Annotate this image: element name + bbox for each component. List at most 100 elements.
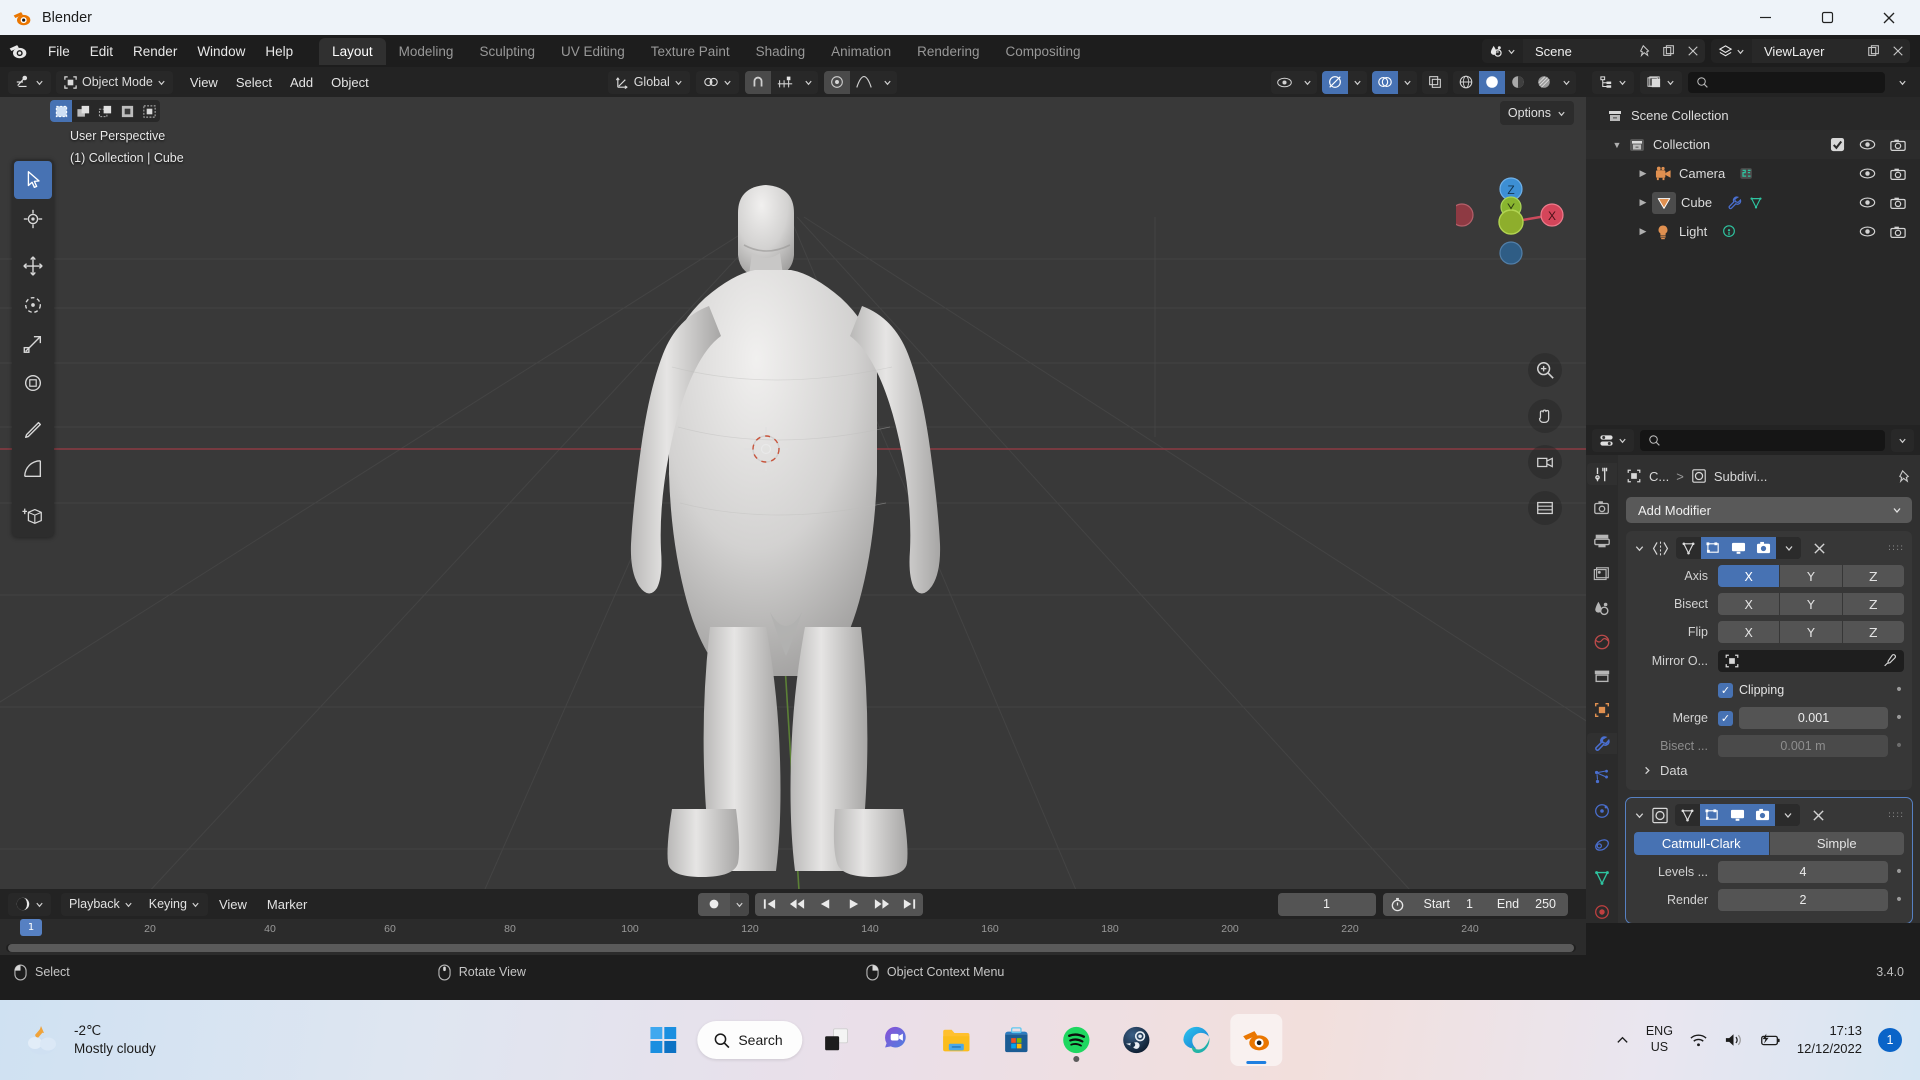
- gizmo-group[interactable]: [1322, 70, 1367, 94]
- tab-constraints[interactable]: [1587, 834, 1617, 856]
- tab-collection[interactable]: [1587, 665, 1617, 687]
- jump-to-start-button[interactable]: [755, 893, 783, 916]
- falloff-dropdown-icon[interactable]: [878, 71, 897, 94]
- use-preview-range-icon[interactable]: [1383, 893, 1412, 916]
- merge-value-field[interactable]: 0.001: [1739, 707, 1888, 729]
- visibility-dropdown-icon[interactable]: [1298, 71, 1317, 94]
- mirror-bisect-z[interactable]: Z: [1842, 593, 1904, 615]
- modifier-extras-dropdown-icon[interactable]: [1775, 804, 1800, 826]
- wifi-icon[interactable]: [1689, 1032, 1708, 1048]
- weather-widget[interactable]: -2℃ Mostly cloudy: [22, 1022, 156, 1058]
- timeline-track[interactable]: 0 20 40 60 80 100 120 140 160 180 200 22…: [0, 919, 1586, 955]
- tray-expand-icon[interactable]: [1615, 1033, 1630, 1048]
- tool-rotate[interactable]: [14, 286, 52, 324]
- tool-move[interactable]: [14, 247, 52, 285]
- menu-render[interactable]: Render: [123, 40, 187, 63]
- tool-tweak[interactable]: [14, 161, 52, 199]
- clipping-animate-dot[interactable]: •: [1894, 683, 1904, 697]
- breadcrumb-modifier-label[interactable]: Subdivi...: [1714, 469, 1767, 484]
- timeline-editor[interactable]: Playback Keying View Marker 1 Start 1 En…: [0, 889, 1586, 955]
- edit-mode-display-icon[interactable]: [1700, 804, 1725, 826]
- viewport-menu-view[interactable]: View: [181, 71, 227, 94]
- disable-in-renders-icon[interactable]: [1890, 196, 1906, 210]
- blender-taskbar-button[interactable]: [1230, 1014, 1283, 1066]
- workspace-tab-compositing[interactable]: Compositing: [992, 38, 1093, 65]
- auto-keying-group[interactable]: [698, 892, 750, 916]
- mirror-object-field[interactable]: [1718, 650, 1904, 672]
- viewport-options-button[interactable]: Options: [1499, 101, 1574, 125]
- chat-button[interactable]: [871, 1014, 923, 1066]
- transform-orientation-selector[interactable]: Global: [607, 70, 690, 94]
- outliner-row-scene-collection[interactable]: Scene Collection: [1586, 101, 1920, 130]
- mirror-axis-y[interactable]: Y: [1780, 565, 1842, 587]
- toggle-orthographic-button[interactable]: [1528, 491, 1562, 525]
- tab-physics[interactable]: [1587, 800, 1617, 822]
- realtime-display-icon[interactable]: [1726, 537, 1751, 559]
- modifier-extras-dropdown-icon[interactable]: [1776, 537, 1801, 559]
- select-invert-icon[interactable]: [116, 100, 138, 122]
- volume-icon[interactable]: [1724, 1032, 1743, 1048]
- mirror-axis-toggles[interactable]: X Y Z: [1718, 565, 1904, 587]
- frame-end-field[interactable]: End 250: [1485, 893, 1568, 916]
- proportional-editing-group[interactable]: [823, 70, 897, 94]
- collapse-chevron-icon[interactable]: [1634, 810, 1645, 821]
- timeline-scrollbar[interactable]: [6, 944, 1576, 952]
- menu-file[interactable]: File: [38, 40, 80, 63]
- menu-help[interactable]: Help: [255, 40, 303, 63]
- shading-rendered-icon[interactable]: [1531, 71, 1557, 94]
- maximize-button[interactable]: [1796, 0, 1858, 35]
- merge-animate-dot[interactable]: •: [1894, 711, 1904, 725]
- subdivision-catmull-clark[interactable]: Catmull-Clark: [1634, 832, 1769, 855]
- editor-type-button[interactable]: [8, 70, 51, 94]
- viewport-3d[interactable]: Object Mode View Select Add Object Globa…: [0, 67, 1586, 923]
- levels-animate-dot[interactable]: •: [1894, 865, 1904, 879]
- select-subtract-icon[interactable]: [94, 100, 116, 122]
- breadcrumb-object-label[interactable]: C...: [1649, 469, 1669, 484]
- task-view-button[interactable]: [811, 1014, 863, 1066]
- move-view-button[interactable]: [1528, 399, 1562, 433]
- expand-triangle-icon[interactable]: ▶: [1634, 168, 1652, 179]
- outliner-row-collection[interactable]: ▼ Collection: [1586, 130, 1920, 159]
- tab-output[interactable]: [1587, 530, 1617, 552]
- overlays-dropdown-icon[interactable]: [1398, 71, 1417, 94]
- show-overlays-icon[interactable]: [1372, 70, 1398, 94]
- new-viewlayer-icon[interactable]: [1862, 39, 1886, 63]
- visibility-group[interactable]: [1271, 70, 1317, 94]
- subdivision-type-toggle[interactable]: Catmull-Clark Simple: [1634, 832, 1904, 855]
- gizmo-dropdown-icon[interactable]: [1348, 71, 1367, 94]
- pivot-point-selector[interactable]: [695, 70, 739, 94]
- bisect-animate-dot[interactable]: •: [1894, 739, 1904, 753]
- tab-particles[interactable]: [1587, 766, 1617, 788]
- add-modifier-button[interactable]: Add Modifier: [1626, 497, 1912, 523]
- remove-modifier-icon[interactable]: [1812, 809, 1825, 822]
- tab-modifiers[interactable]: [1587, 732, 1617, 755]
- tab-world[interactable]: [1587, 632, 1617, 654]
- frame-start-field[interactable]: Start 1: [1412, 893, 1485, 916]
- viewlayer-selector[interactable]: ViewLayer: [1711, 39, 1910, 63]
- shading-wireframe-icon[interactable]: [1453, 71, 1479, 94]
- collapse-chevron-icon[interactable]: [1634, 543, 1645, 554]
- select-intersect-icon[interactable]: [138, 100, 160, 122]
- workspace-tab-shading[interactable]: Shading: [743, 38, 819, 65]
- clipping-checkbox[interactable]: ✓: [1718, 682, 1733, 698]
- proportional-edit-icon[interactable]: [823, 70, 850, 94]
- current-frame-field[interactable]: 1: [1277, 892, 1376, 916]
- mirror-flip-toggles[interactable]: X Y Z: [1718, 621, 1904, 643]
- disable-in-renders-icon[interactable]: [1890, 138, 1906, 152]
- pin-properties-icon[interactable]: [1897, 469, 1912, 484]
- timeline-menu-marker[interactable]: Marker: [258, 893, 316, 916]
- mirror-bisect-y[interactable]: Y: [1780, 593, 1842, 615]
- outliner-filter-button[interactable]: [1891, 71, 1914, 94]
- tab-material[interactable]: [1587, 901, 1617, 923]
- render-display-icon[interactable]: [1751, 537, 1776, 559]
- outliner-display-mode-button[interactable]: [1640, 70, 1682, 94]
- select-extend-icon[interactable]: [72, 100, 94, 122]
- tool-annotate[interactable]: [14, 411, 52, 449]
- mirror-bisect-x[interactable]: X: [1718, 593, 1780, 615]
- scene-selector[interactable]: Scene: [1482, 39, 1705, 63]
- shading-material-preview-icon[interactable]: [1505, 71, 1531, 94]
- expand-triangle-icon[interactable]: ▼: [1608, 140, 1626, 150]
- play-reverse-button[interactable]: [811, 893, 839, 916]
- tab-view-layer[interactable]: [1587, 564, 1617, 586]
- shading-dropdown-icon[interactable]: [1557, 71, 1576, 94]
